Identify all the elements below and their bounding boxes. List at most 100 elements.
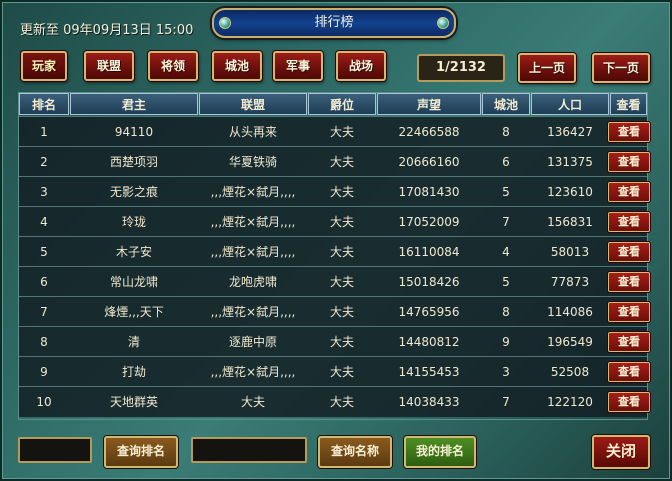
table-row: 7 烽煙,,,天下 ,,,煙花×弑月,,,, 大夫 14765956 8 114086 查看 xyxy=(19,296,650,327)
cell-alliance: 龙咆虎啸 xyxy=(228,275,277,289)
cell-population: 114086 xyxy=(547,305,593,319)
cell-rank: 5 xyxy=(40,245,48,259)
tab-general[interactable]: 将领 xyxy=(148,51,198,81)
column-header-alliance: 联盟 xyxy=(199,93,307,115)
cell-prestige: 14480812 xyxy=(398,335,460,349)
cell-population: 136427 xyxy=(547,125,593,139)
query-rank-button[interactable]: 查询排名 xyxy=(104,436,178,468)
tab-player[interactable]: 玩家 xyxy=(21,51,67,81)
query-name-button[interactable]: 查询名称 xyxy=(318,436,392,468)
close-button[interactable]: 关闭 xyxy=(592,435,650,469)
cell-population: 196549 xyxy=(547,335,593,349)
cell-lord: 清 xyxy=(127,335,140,349)
ranking-table: 排名 君主 联盟 爵位 声望 城池 人口 查看 1 94110 从头再来 大夫 2246… xyxy=(18,92,650,420)
cell-title: 大夫 xyxy=(329,215,354,229)
cell-cities: 8 xyxy=(502,305,510,319)
cell-title: 大夫 xyxy=(329,365,354,379)
cell-lord: 无影之痕 xyxy=(109,185,158,199)
update-time-label: 更新至 09年09月13日 15:00 xyxy=(20,23,194,38)
title-plate: 排行榜 xyxy=(212,8,456,38)
tab-city[interactable]: 城池 xyxy=(212,51,262,81)
cell-prestige: 14038433 xyxy=(398,395,460,409)
cell-lord: 94110 xyxy=(114,125,154,139)
view-button[interactable]: 查看 xyxy=(608,332,650,352)
cell-title: 大夫 xyxy=(329,335,354,349)
cell-population: 52508 xyxy=(550,365,590,379)
prev-page-button[interactable]: 上一页 xyxy=(518,53,576,83)
column-header-lord: 君主 xyxy=(70,93,198,115)
page-indicator: 1/2132 xyxy=(417,54,505,82)
cell-rank: 8 xyxy=(40,335,48,349)
next-page-button[interactable]: 下一页 xyxy=(592,53,650,83)
cell-alliance: 华夏铁骑 xyxy=(228,155,277,169)
cell-alliance: 大夫 xyxy=(240,395,265,409)
cell-population: 156831 xyxy=(547,215,593,229)
cell-prestige: 14155453 xyxy=(398,365,460,379)
column-header-cities: 城池 xyxy=(482,93,530,115)
cell-rank: 10 xyxy=(36,395,52,409)
cell-prestige: 22466588 xyxy=(398,125,460,139)
view-button[interactable]: 查看 xyxy=(608,392,650,412)
cell-cities: 4 xyxy=(502,245,510,259)
cell-lord: 玲珑 xyxy=(121,215,146,229)
cell-alliance: ,,,煙花×弑月,,,, xyxy=(210,365,296,379)
cell-prestige: 20666160 xyxy=(398,155,460,169)
column-header-view: 查看 xyxy=(610,93,647,115)
column-header-title: 爵位 xyxy=(308,93,376,115)
cell-population: 58013 xyxy=(550,245,590,259)
cell-rank: 7 xyxy=(40,305,48,319)
cell-alliance: ,,,煙花×弑月,,,, xyxy=(210,245,296,259)
cell-title: 大夫 xyxy=(329,245,354,259)
tab-military[interactable]: 军事 xyxy=(273,51,323,81)
gem-ornament-icon xyxy=(219,17,231,29)
cell-cities: 7 xyxy=(502,215,510,229)
view-button[interactable]: 查看 xyxy=(608,182,650,202)
rank-query-input[interactable] xyxy=(18,437,92,463)
cell-population: 131375 xyxy=(547,155,593,169)
cell-alliance: ,,,煙花×弑月,,,, xyxy=(210,305,296,319)
cell-title: 大夫 xyxy=(329,155,354,169)
cell-title: 大夫 xyxy=(329,275,354,289)
column-header-rank: 排名 xyxy=(19,93,69,115)
cell-lord: 西楚项羽 xyxy=(109,155,158,169)
table-row: 10 天地群英 大夫 大夫 14038433 7 122120 查看 xyxy=(19,386,650,417)
table-row: 3 无影之痕 ,,,煙花×弑月,,,, 大夫 17081430 5 123610 查看 xyxy=(19,176,650,207)
cell-lord: 天地群英 xyxy=(109,395,158,409)
cell-title: 大夫 xyxy=(329,395,354,409)
view-button[interactable]: 查看 xyxy=(608,272,650,292)
cell-lord: 常山龙啸 xyxy=(109,275,158,289)
table-row: 4 玲珑 ,,,煙花×弑月,,,, 大夫 17052009 7 156831 查看 xyxy=(19,206,650,237)
tab-alliance[interactable]: 联盟 xyxy=(84,51,134,81)
cell-alliance: 从头再来 xyxy=(228,125,277,139)
gem-ornament-icon xyxy=(437,17,449,29)
cell-prestige: 16110084 xyxy=(398,245,460,259)
cell-cities: 5 xyxy=(502,185,510,199)
view-button[interactable]: 查看 xyxy=(608,122,650,142)
cell-prestige: 14765956 xyxy=(398,305,460,319)
cell-population: 122120 xyxy=(547,395,593,409)
cell-lord: 打劫 xyxy=(121,365,146,379)
column-header-population: 人口 xyxy=(531,93,609,115)
cell-lord: 木子安 xyxy=(115,245,152,259)
view-button[interactable]: 查看 xyxy=(608,302,650,322)
cell-prestige: 17052009 xyxy=(398,215,460,229)
table-row: 5 木子安 ,,,煙花×弑月,,,, 大夫 16110084 4 58013 查看 xyxy=(19,236,650,267)
my-rank-button[interactable]: 我的排名 xyxy=(404,436,476,468)
cell-cities: 7 xyxy=(502,395,510,409)
cell-rank: 9 xyxy=(40,365,48,379)
cell-lord: 烽煙,,,天下 xyxy=(104,305,164,319)
table-row: 9 打劫 ,,,煙花×弑月,,,, 大夫 14155453 3 52508 查看 xyxy=(19,356,650,387)
cell-title: 大夫 xyxy=(329,305,354,319)
view-button[interactable]: 查看 xyxy=(608,362,650,382)
cell-rank: 1 xyxy=(40,125,48,139)
cell-rank: 3 xyxy=(40,185,48,199)
view-button[interactable]: 查看 xyxy=(608,242,650,262)
cell-cities: 3 xyxy=(502,365,510,379)
name-query-input[interactable] xyxy=(191,437,307,463)
tab-battlefield[interactable]: 战场 xyxy=(336,51,386,81)
table-row: 1 94110 从头再来 大夫 22466588 8 136427 查看 xyxy=(19,116,650,147)
cell-population: 77873 xyxy=(550,275,590,289)
view-button[interactable]: 查看 xyxy=(608,212,650,232)
table-row: 6 常山龙啸 龙咆虎啸 大夫 15018426 5 77873 查看 xyxy=(19,266,650,297)
view-button[interactable]: 查看 xyxy=(608,152,650,172)
